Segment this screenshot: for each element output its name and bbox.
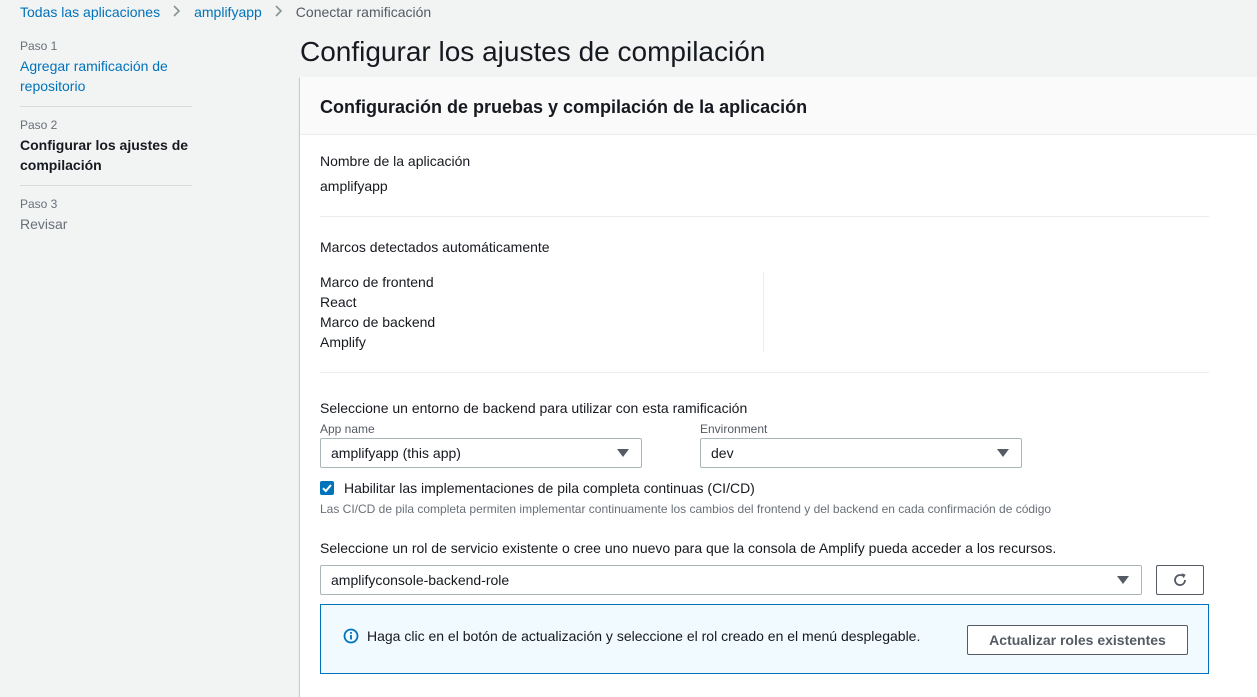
refresh-icon [1174,573,1186,586]
app-name-label: Nombre de la aplicación [320,153,471,169]
frontend-framework-value: React [320,294,357,310]
info-text: Haga clic en el botón de actualización y… [367,628,921,644]
info-alert: Haga clic en el botón de actualización y… [320,604,1209,674]
step-2: Paso 2 Configurar los ajustes de compila… [20,106,192,185]
info-icon [343,628,359,644]
step-number: Paso 2 [20,118,58,132]
build-settings-panel: Configuración de pruebas y compilación d… [300,77,1257,697]
environment-select-value: dev [711,445,734,461]
breadcrumb: Todas las aplicaciones amplifyapp Conect… [20,4,431,20]
service-role-label: Seleccione un rol de servicio existente … [320,540,1057,556]
cicd-checkbox[interactable] [320,481,334,495]
app-name-select[interactable]: amplifyapp (this app) [320,438,642,468]
step-title-review: Revisar [20,216,68,232]
backend-framework-label: Marco de backend [320,314,436,330]
panel-title: Configuración de pruebas y compilación d… [320,97,808,117]
step-3: Paso 3 Revisar [20,185,192,244]
backend-framework-value: Amplify [320,334,366,350]
divider [320,216,1209,217]
step-1: Paso 1 Agregar ramificación de repositor… [20,38,192,106]
app-name-select-value: amplifyapp (this app) [331,445,461,461]
refresh-roles-icon-button[interactable] [1156,565,1204,595]
step-title-build-settings: Configurar los ajustes de compilación [20,137,189,173]
breadcrumb-all-apps[interactable]: Todas las aplicaciones [20,4,160,20]
service-role-select-value: amplifyconsole-backend-role [331,572,510,588]
refresh-existing-roles-button[interactable]: Actualizar roles existentes [967,625,1188,655]
step-number: Paso 3 [20,197,58,211]
page-title: Configurar los ajustes de compilación [300,36,766,67]
frameworks-label: Marcos detectados automáticamente [320,239,550,255]
backend-env-label: Seleccione un entorno de backend para ut… [320,400,748,416]
caret-down-icon [617,449,629,457]
step-number: Paso 1 [20,39,58,53]
environment-select[interactable]: dev [700,438,1022,468]
chevron-right-icon [274,4,284,20]
caret-down-icon [997,449,1009,457]
wizard-steps: Paso 1 Agregar ramificación de repositor… [20,38,192,244]
cicd-description: Las CI/CD de pila completa permiten impl… [320,502,1052,516]
breadcrumb-current: Conectar ramificación [295,4,432,20]
app-select-label: App name [320,422,375,436]
caret-down-icon [1117,576,1129,584]
breadcrumb-app[interactable]: amplifyapp [194,4,262,20]
column-divider [763,272,764,352]
service-role-select[interactable]: amplifyconsole-backend-role [320,565,1142,595]
panel-header: Configuración de pruebas y compilación d… [300,77,1257,135]
step-link-add-branch[interactable]: Agregar ramificación de repositorio [20,56,192,96]
check-icon [322,484,332,493]
frontend-framework-label: Marco de frontend [320,274,434,290]
app-name-value: amplifyapp [320,178,388,194]
divider [320,372,1209,373]
env-select-label: Environment [700,422,768,436]
chevron-right-icon [172,4,182,20]
cicd-label[interactable]: Habilitar las implementaciones de pila c… [344,479,755,497]
